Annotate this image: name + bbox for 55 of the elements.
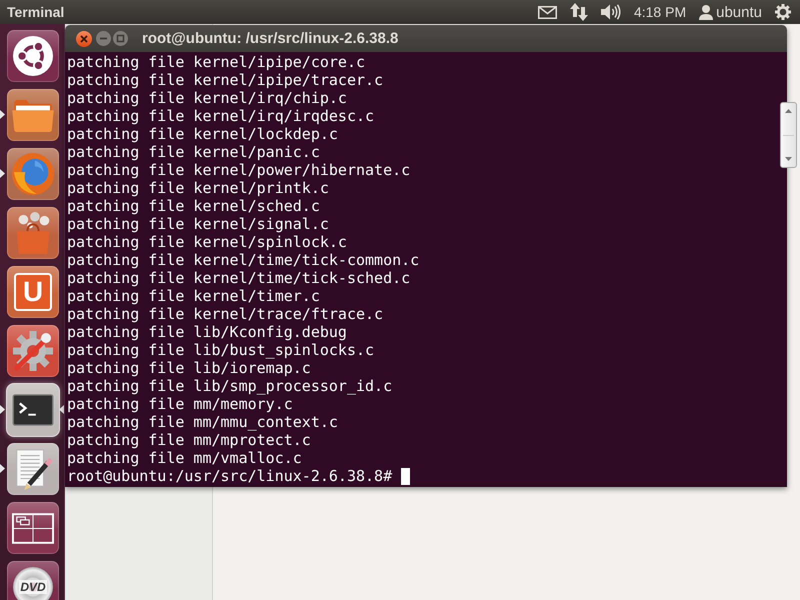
maximize-button[interactable]	[113, 31, 128, 46]
terminal-line: patching file mm/mprotect.c	[67, 431, 311, 449]
gear-wrench-icon	[11, 329, 55, 373]
minimize-button[interactable]	[96, 31, 111, 46]
terminal-line: patching file kernel/irq/chip.c	[67, 89, 347, 107]
close-button[interactable]	[76, 30, 92, 46]
launcher-button[interactable]: U	[7, 266, 59, 318]
terminal-line: patching file kernel/sched.c	[67, 197, 320, 215]
gear-icon[interactable]	[775, 4, 791, 20]
terminal-line: patching file kernel/ipipe/core.c	[67, 53, 366, 71]
logo-letter: U	[22, 277, 44, 307]
text-cursor	[401, 468, 410, 484]
scrollbar-thumb[interactable]	[780, 102, 797, 168]
shell-prompt: root@ubuntu:/usr/src/linux-2.6.38.8#	[67, 467, 392, 485]
terminal-line: patching file lib/ioremap.c	[67, 359, 311, 377]
terminal-line: patching file kernel/lockdep.c	[67, 125, 338, 143]
terminal-line: patching file lib/bust_spinlocks.c	[67, 341, 374, 359]
workspace-grid-icon	[12, 512, 54, 544]
volume-icon[interactable]	[600, 4, 621, 20]
user-name[interactable]: ubuntu	[716, 4, 762, 20]
terminal-line: patching file kernel/time/tick-sched.c	[67, 269, 410, 287]
user-icon[interactable]	[699, 4, 714, 20]
app-title: Terminal	[7, 4, 64, 20]
terminal-line: patching file kernel/signal.c	[67, 215, 329, 233]
terminal-line: patching file kernel/printk.c	[67, 179, 329, 197]
arrow-down-icon	[785, 157, 792, 161]
terminal-line: patching file kernel/panic.c	[67, 143, 320, 161]
terminal-line: patching file lib/Kconfig.debug	[67, 323, 347, 341]
terminal-line: patching file kernel/spinlock.c	[67, 233, 347, 251]
terminal-line: patching file kernel/power/hibernate.c	[67, 161, 410, 179]
terminal-line: patching file mm/memory.c	[67, 395, 293, 413]
mail-icon[interactable]	[538, 6, 557, 18]
terminal-line: patching file kernel/irq/irqdesc.c	[67, 107, 374, 125]
terminal-line: patching file kernel/time/tick-common.c	[67, 251, 420, 269]
arrow-up-icon	[785, 109, 792, 113]
clock[interactable]: 4:18 PM	[634, 4, 686, 20]
disc-label: DVD	[19, 580, 47, 594]
terminal-line: patching file lib/smp_processor_id.c	[67, 377, 392, 395]
terminal-line: patching file kernel/trace/ftrace.c	[67, 305, 384, 323]
focus-arrow-icon	[59, 405, 64, 414]
launcher-button[interactable]	[7, 443, 59, 495]
terminal-icon	[12, 394, 54, 426]
folder-icon	[12, 98, 54, 132]
launcher-button[interactable]	[7, 502, 59, 554]
window-title: root@ubuntu: /usr/src/linux-2.6.38.8	[142, 30, 398, 47]
launcher-button[interactable]	[7, 384, 59, 436]
terminal-line: patching file kernel/ipipe/tracer.c	[67, 71, 384, 89]
terminal-line: patching file mm/mmu_context.c	[67, 413, 338, 431]
globe-icon	[12, 153, 54, 195]
terminal-line: patching file mm/vmalloc.c	[67, 449, 302, 467]
launcher-button[interactable]	[7, 30, 59, 82]
launcher-button[interactable]: DVD	[7, 561, 59, 600]
ring-logo-icon	[13, 36, 53, 76]
network-arrows-icon[interactable]	[570, 3, 588, 21]
terminal-line: patching file kernel/timer.c	[67, 287, 320, 305]
